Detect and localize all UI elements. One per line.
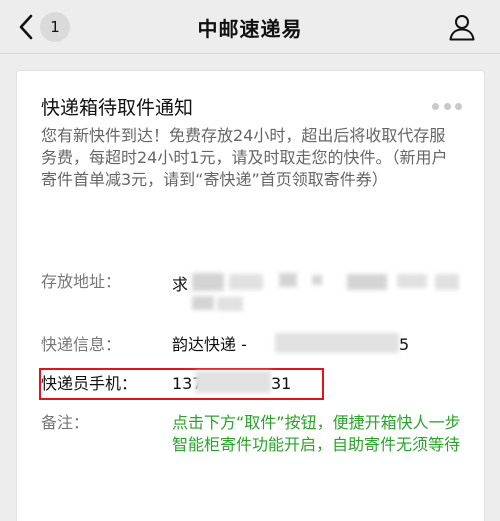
- courier-company-value: 韵达快递 -: [172, 335, 247, 354]
- remark-label: 备注：: [41, 413, 90, 432]
- courier-phone-suffix: 31: [271, 374, 292, 393]
- remark-text: 点击下方“取件”按钮，便捷开箱快人一步 智能柜寄件功能开启，自助寄件无须等待: [172, 412, 472, 456]
- courier-info-label: 快递信息：: [41, 335, 122, 354]
- notification-card: 快递箱待取件通知 您有新快件到达！免费存放24小时，超出后将收取代存服务费，每超…: [16, 70, 485, 521]
- address-value: 求: [172, 275, 189, 294]
- tracking-number-redacted: [275, 333, 399, 353]
- more-dot-icon: [432, 102, 439, 110]
- phone-number-redacted: [195, 371, 271, 393]
- remark-line-send: 智能柜寄件功能开启，自助寄件无须等待: [172, 435, 461, 454]
- chevron-left-icon: [19, 14, 33, 40]
- address-label: 存放地址：: [41, 272, 122, 291]
- card-title: 快递箱待取件通知: [41, 97, 194, 119]
- user-profile-button[interactable]: [448, 13, 476, 41]
- nav-bar: 1 中邮速递易: [0, 0, 500, 54]
- back-button[interactable]: 1: [18, 10, 70, 44]
- more-options-button[interactable]: [432, 101, 462, 111]
- remark-line-pickup: 点击下方“取件”按钮，便捷开箱快人一步: [172, 413, 461, 432]
- page-title: 中邮速递易: [197, 16, 303, 41]
- courier-phone-label: 快递员手机：: [41, 374, 138, 393]
- more-dot-icon: [455, 102, 462, 110]
- notification-intro-text: 您有新快件到达！免费存放24小时，超出后将收取代存服务费，每超时24小时1元，请…: [41, 126, 448, 189]
- tracking-number-tail: 5: [399, 335, 410, 354]
- person-icon: [449, 15, 475, 41]
- more-dot-icon: [443, 102, 451, 110]
- unread-count-badge: 1: [40, 12, 70, 42]
